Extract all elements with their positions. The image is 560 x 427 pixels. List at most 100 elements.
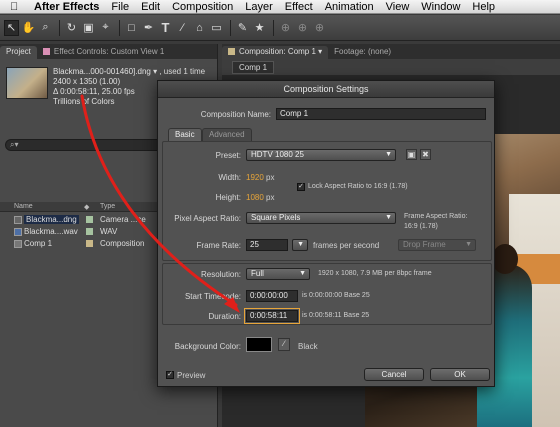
axis-mode-icon[interactable]: ⊕: [278, 20, 293, 36]
composition-settings-dialog: Composition Settings Composition Name: C…: [157, 80, 495, 387]
chevron-down-icon: ▼: [385, 214, 392, 221]
project-item-type: Composition: [100, 239, 145, 248]
delete-preset-icon[interactable]: ✖: [420, 149, 431, 160]
rotate-tool-icon[interactable]: ↻: [64, 20, 79, 36]
resolution-label: Resolution:: [200, 270, 241, 279]
chevron-down-icon: ▼: [299, 270, 306, 277]
start-timecode-info: is 0:00:00:00 Base 25: [302, 292, 370, 299]
frame-rate-label: Frame Rate:: [196, 241, 241, 250]
text-tool-icon[interactable]: T: [158, 20, 173, 36]
menu-view[interactable]: View: [386, 1, 410, 13]
composition-name-field[interactable]: Comp 1: [276, 108, 486, 120]
project-panel-tabs: Project Effect Controls: Custom View 1: [0, 44, 217, 59]
menu-window[interactable]: Window: [421, 1, 460, 13]
menu-app-name[interactable]: After Effects: [34, 1, 99, 13]
drop-frame-dropdown[interactable]: Drop Frame ▼: [398, 239, 476, 251]
dialog-title: Composition Settings: [158, 81, 494, 98]
save-preset-icon[interactable]: ▣: [406, 149, 417, 160]
background-color-swatch[interactable]: [246, 337, 272, 352]
pixel-aspect-ratio-label: Pixel Aspect Ratio:: [174, 214, 241, 223]
footage-thumbnail: [6, 67, 48, 99]
roto-brush-tool-icon[interactable]: ✎: [235, 20, 250, 36]
cancel-button[interactable]: Cancel: [364, 368, 424, 381]
hand-tool-icon[interactable]: ✋: [21, 20, 36, 36]
label-color-swatch: [228, 48, 235, 56]
toolbar-divider: [230, 19, 231, 36]
menu-effect[interactable]: Effect: [285, 1, 313, 13]
duration-label: Duration:: [208, 312, 241, 321]
ok-button[interactable]: OK: [430, 368, 490, 381]
preview-checkbox[interactable]: ✓: [166, 371, 174, 379]
tab-footage[interactable]: Footage: (none): [328, 46, 397, 59]
world-axis-icon[interactable]: ⊕: [295, 20, 310, 36]
composition-icon: [14, 240, 22, 248]
height-value[interactable]: 1080: [246, 193, 264, 202]
width-value[interactable]: 1920: [246, 173, 264, 182]
menu-file[interactable]: File: [111, 1, 129, 13]
toolbar-divider: [59, 19, 60, 36]
comp-flowchart-bar: Comp 1: [222, 59, 560, 75]
pixel-aspect-ratio-value: Square Pixels: [251, 213, 301, 222]
composition-panel-tabs: Composition: Comp 1 ▾ Footage: (none): [222, 44, 560, 59]
toolbar-divider: [273, 19, 274, 36]
audio-file-icon: [14, 228, 22, 236]
footage-icon: [14, 216, 22, 224]
pixel-aspect-ratio-dropdown[interactable]: Square Pixels ▼: [246, 212, 396, 224]
chevron-down-icon: ▼: [385, 151, 392, 158]
label-column-icon[interactable]: ◆: [84, 203, 89, 211]
rectangle-tool-icon[interactable]: □: [124, 20, 139, 36]
tab-basic[interactable]: Basic: [168, 128, 202, 141]
camera-tool-icon[interactable]: ▣: [81, 20, 96, 36]
duration-info: is 0:00:58:11 Base 25: [302, 312, 370, 319]
preset-value: HDTV 1080 25: [251, 150, 304, 159]
frame-aspect-ratio-label: Frame Aspect Ratio:: [404, 213, 468, 220]
puppet-pin-tool-icon[interactable]: ★: [252, 20, 267, 36]
tab-advanced[interactable]: Advanced: [202, 128, 252, 141]
eraser-tool-icon[interactable]: ▭: [209, 20, 224, 36]
pan-behind-tool-icon[interactable]: ⌖: [98, 20, 113, 36]
pen-tool-icon[interactable]: ✒: [141, 20, 156, 36]
clone-stamp-tool-icon[interactable]: ⌂: [192, 20, 207, 36]
selection-tool-icon[interactable]: ↖: [4, 19, 19, 36]
toolbar-divider: [119, 19, 120, 36]
footage-colors: Trillions of Colors: [53, 97, 115, 106]
menu-edit[interactable]: Edit: [141, 1, 160, 13]
frame-rate-dropdown[interactable]: ▼: [292, 239, 308, 251]
view-axis-icon[interactable]: ⊕: [312, 20, 327, 36]
height-unit: px: [266, 193, 275, 202]
footage-duration: Δ 0:00:58:11, 25.00 fps: [53, 87, 135, 96]
width-unit: px: [266, 173, 275, 182]
apple-icon[interactable]: : [10, 1, 24, 13]
column-type[interactable]: Type: [100, 203, 115, 210]
preset-dropdown[interactable]: HDTV 1080 25 ▼: [246, 149, 396, 161]
frame-rate-unit: frames per second: [313, 241, 380, 250]
tab-project[interactable]: Project: [0, 46, 37, 59]
start-timecode-field[interactable]: 0:00:00:00: [246, 290, 298, 302]
resolution-value: Full: [251, 269, 264, 278]
menu-help[interactable]: Help: [472, 1, 495, 13]
menu-layer[interactable]: Layer: [245, 1, 273, 13]
tab-effect-controls[interactable]: Effect Controls: Custom View 1: [37, 46, 170, 59]
duration-focus-ring: [244, 308, 300, 324]
comp-sub-tab[interactable]: Comp 1: [232, 61, 275, 74]
eyedropper-icon[interactable]: ∕: [278, 338, 290, 351]
resolution-dropdown[interactable]: Full ▼: [246, 268, 310, 280]
frame-rate-field[interactable]: 25: [246, 239, 288, 251]
footage-name[interactable]: Blackma...000-001460].dng ▾ , used 1 tim…: [53, 67, 205, 76]
label-swatch: [86, 216, 93, 223]
project-item-type: Camera ...ce: [100, 215, 146, 224]
chevron-down-icon: ▼: [297, 241, 304, 248]
tab-composition[interactable]: Composition: Comp 1 ▾: [222, 46, 329, 59]
footage-size: 2400 x 1350 (1.00): [53, 77, 121, 86]
project-item-name: Blackma....wav: [24, 227, 78, 236]
label-color-swatch: [42, 48, 50, 56]
menu-animation[interactable]: Animation: [325, 1, 374, 13]
brush-tool-icon[interactable]: ∕: [175, 20, 190, 36]
zoom-tool-icon[interactable]: ⌕: [38, 20, 53, 36]
lock-aspect-checkbox[interactable]: ✓: [297, 183, 305, 191]
tab-composition-label: Composition: Comp 1: [239, 47, 316, 56]
column-name[interactable]: Name: [14, 203, 33, 210]
label-swatch: [86, 228, 93, 235]
menu-composition[interactable]: Composition: [172, 1, 233, 13]
chevron-down-icon[interactable]: ▾: [318, 47, 322, 56]
